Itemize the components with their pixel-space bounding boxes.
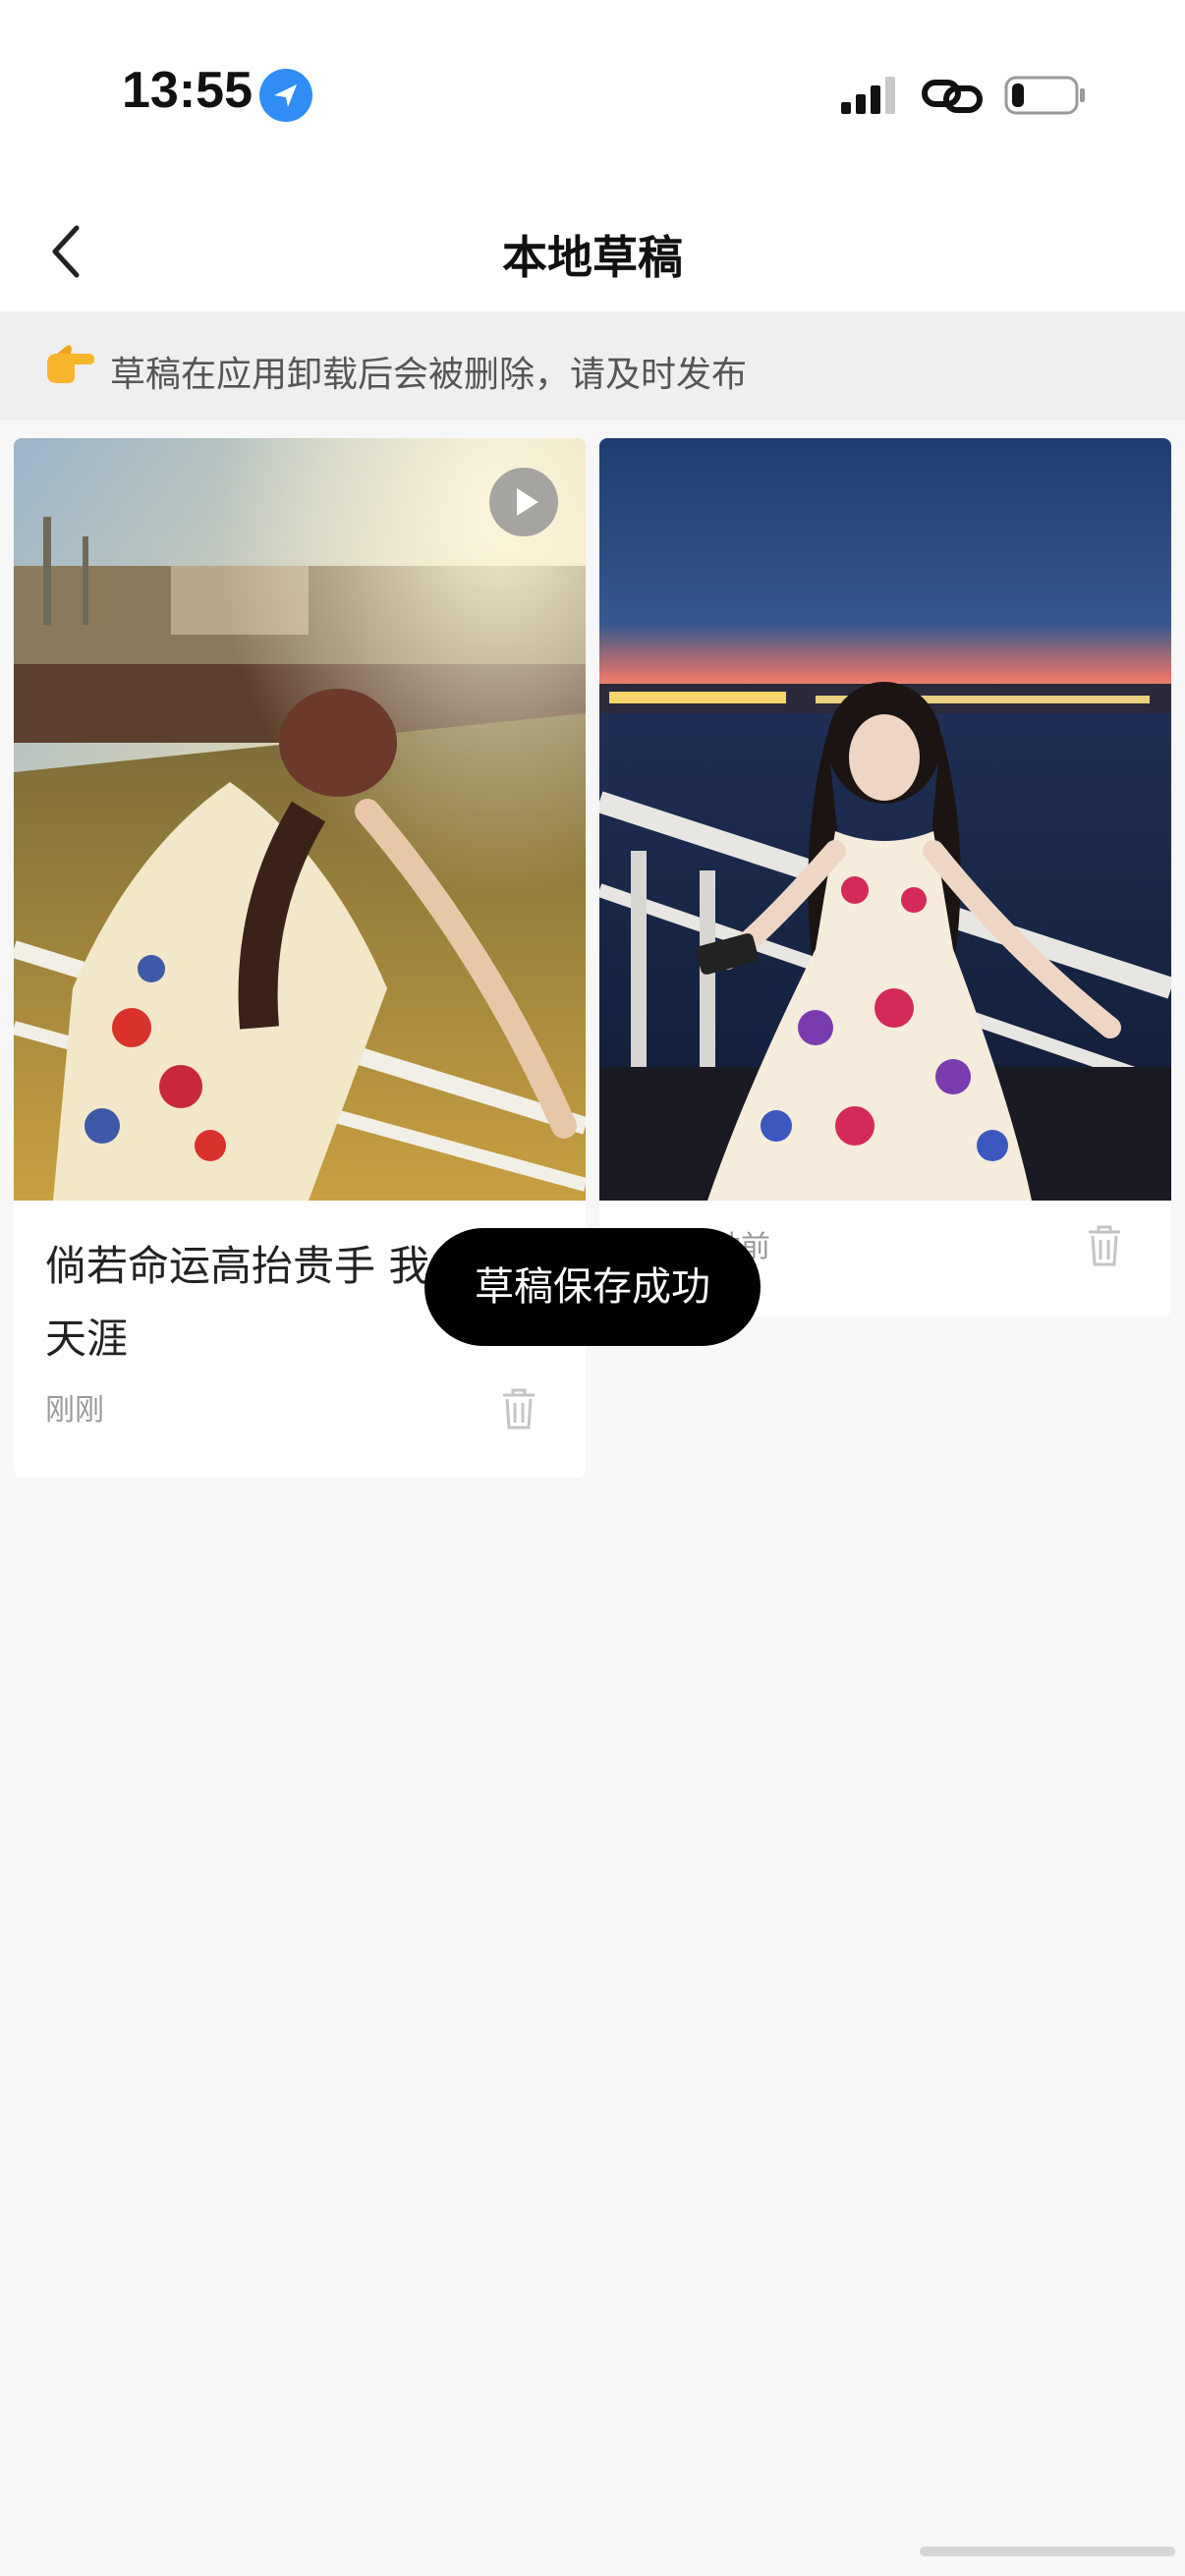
location-arrow-icon [259,69,312,122]
video-play-icon[interactable] [489,468,558,536]
draft-thumbnail [599,438,1171,1201]
page-title: 本地草稿 [502,231,683,284]
navigation-bar: 本地草稿 [0,187,1185,310]
status-time: 13:55 [122,62,253,119]
draft-thumbnail [14,438,586,1201]
trash-icon[interactable] [499,1387,538,1430]
trash-icon[interactable] [1085,1224,1124,1267]
save-success-toast: 草稿保存成功 [424,1228,761,1346]
pointing-hand-icon [47,345,94,383]
home-indicator[interactable] [920,2547,1175,2556]
battery-low-icon [1004,76,1085,115]
status-bar: 13:55 [0,0,1185,187]
notice-text: 草稿在应用卸载后会被删除，请及时发布 [110,355,748,395]
notice-banner: 草稿在应用卸载后会被删除，请及时发布 [0,312,1185,420]
cellular-signal-icon [841,77,895,114]
draft-time: 刚刚 [45,1393,104,1428]
personal-hotspot-link-icon [922,80,983,113]
draft-card[interactable]: 分钟前 [599,438,1171,1316]
